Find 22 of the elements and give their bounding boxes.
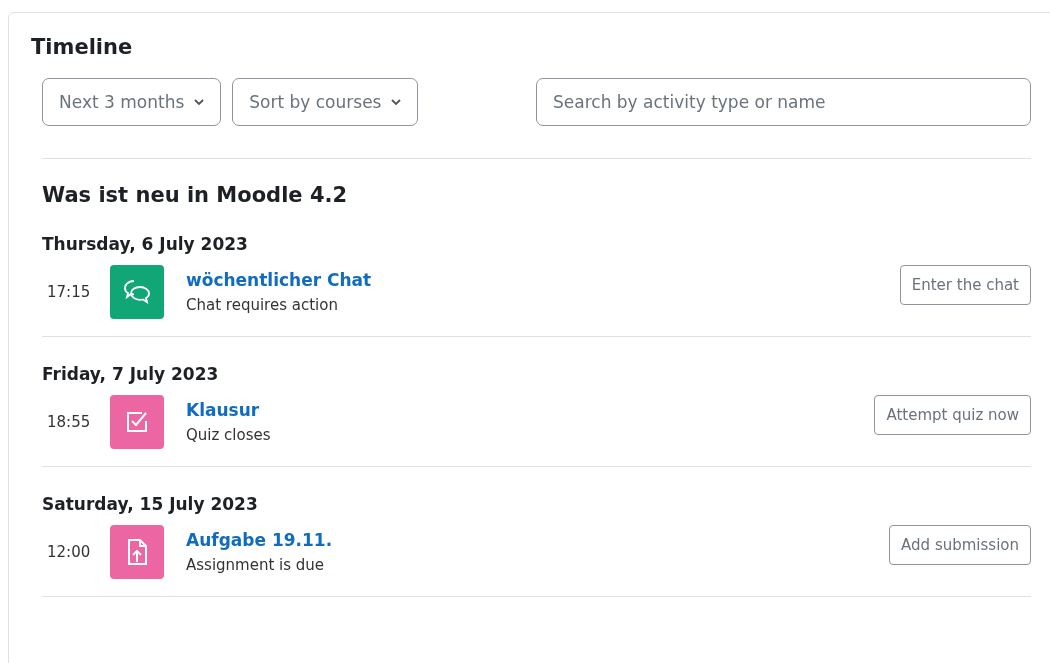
event-status: Chat requires action (186, 296, 339, 314)
date-heading: Thursday, 6 July 2023 (42, 234, 249, 254)
caret-icon (194, 99, 205, 105)
activity-link[interactable]: Klausur (186, 400, 271, 420)
event-status: Quiz closes (186, 426, 271, 444)
filter-dropdown[interactable]: Next 3 months (42, 78, 222, 126)
event-time: 18:55 (46, 413, 92, 431)
activity-link[interactable]: Aufgabe 19.11. (186, 530, 333, 550)
search-field[interactable]: Search by activity type or name (536, 78, 1031, 126)
date-heading: Saturday, 15 July 2023 (42, 494, 259, 514)
filter-dropdown[interactable]: Sort by courses (232, 78, 419, 126)
activity-link[interactable]: wöchentlicher Chat (186, 270, 372, 290)
block-title: Timeline (31, 35, 134, 59)
event-time: 17:15 (46, 283, 92, 301)
date-heading: Friday, 7 July 2023 (42, 364, 220, 384)
event-status: Assignment is due (186, 556, 326, 574)
course-heading: Was ist neu in Moodle 4.2 (42, 183, 349, 207)
event-time: 12:00 (46, 543, 92, 561)
action-button[interactable]: Enter the chat (899, 265, 1031, 305)
action-button[interactable]: Add submission (889, 525, 1031, 565)
caret-icon (391, 99, 402, 105)
action-button[interactable]: Attempt quiz now (874, 395, 1031, 435)
